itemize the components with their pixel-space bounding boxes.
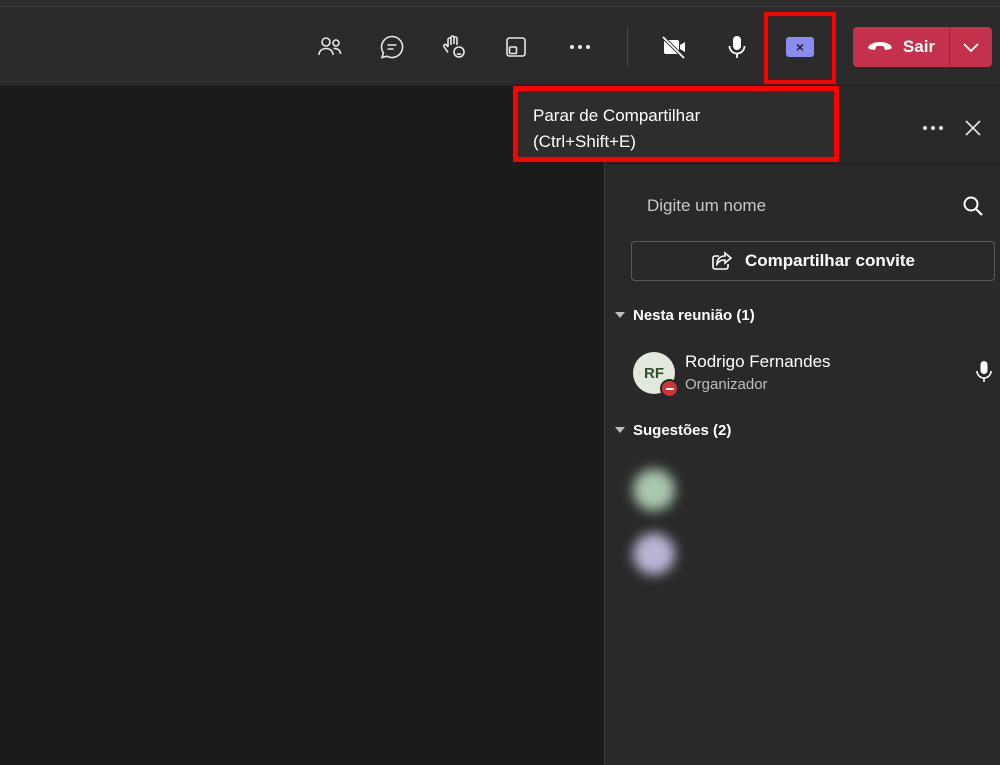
raise-hand-icon [443,35,465,58]
leave-label: Sair [902,37,936,56]
chat-icon [380,35,404,59]
camera-button[interactable] [656,27,692,67]
tooltip-title: Parar de Compartilhar [533,106,701,125]
close-icon [965,120,981,136]
microphone-icon [976,361,992,382]
panel-header-divider [605,163,1000,164]
more-icon [570,45,590,49]
reactions-button[interactable] [436,27,472,67]
caret-down-icon [615,312,625,318]
in-meeting-header-label: Nesta reunião (1) [633,306,755,324]
caret-down-icon [615,427,625,433]
view-icon [506,37,526,57]
more-icon [923,126,943,130]
participant-row[interactable]: RF Rodrigo Fernandes Organizador [631,348,996,398]
view-button[interactable] [498,27,534,67]
tooltip-shortcut: (Ctrl+Shift+E) [533,132,636,151]
camera-off-icon [661,35,686,60]
suggestions-section-header[interactable]: Sugestões (2) [615,419,731,441]
people-icon [318,37,342,56]
stop-sharing-highlight-box [764,12,836,84]
phone-icon [868,42,892,50]
toolbar-divider [627,27,628,67]
microphone-icon [728,36,746,58]
suggestion-item[interactable] [631,465,831,515]
teams-meeting-window: × Sair Digite um nome Compartilhar convi… [0,0,1000,765]
presence-dnd-icon [660,379,679,398]
stop-sharing-tooltip: Parar de Compartilhar (Ctrl+Shift+E) [513,86,839,162]
more-actions-button[interactable] [562,27,598,67]
panel-close-button[interactable] [961,116,985,140]
participant-name: Rodrigo Fernandes [685,352,831,371]
window-top-strip [0,0,1000,7]
suggestion-item[interactable] [631,529,831,579]
people-button[interactable] [312,27,348,67]
meeting-toolbar: × Sair [0,7,1000,86]
avatar [633,469,675,511]
leave-button[interactable]: Sair [853,27,949,67]
leave-options-button[interactable] [950,27,992,67]
leave-button-group: Sair [853,27,992,67]
microphone-button[interactable] [719,27,755,67]
participant-role: Organizador [685,376,768,393]
chat-button[interactable] [374,27,410,67]
share-invite-button[interactable]: Compartilhar convite [631,241,995,281]
participants-panel: Compartilhar convite Nesta reunião (1) R… [604,86,1000,765]
search-icon[interactable] [961,194,985,218]
share-invite-label: Compartilhar convite [744,251,916,270]
search-input[interactable] [631,184,951,228]
search-bar [631,184,997,228]
in-meeting-section-header[interactable]: Nesta reunião (1) [615,304,755,326]
panel-more-button[interactable] [921,116,945,140]
avatar [633,533,675,575]
suggestions-header-label: Sugestões (2) [633,421,732,439]
chevron-down-icon [963,43,979,53]
share-icon [712,251,733,270]
meeting-stage [0,86,604,765]
